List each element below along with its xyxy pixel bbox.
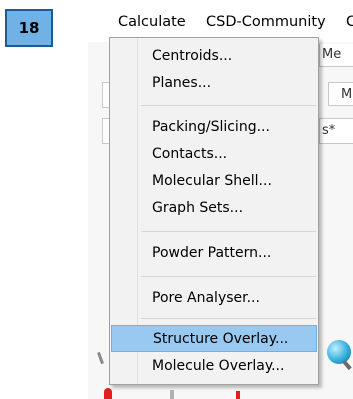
menubar-item-truncated[interactable]: C <box>346 14 353 30</box>
step-number: 18 <box>18 19 40 37</box>
menu-item-label: Planes... <box>152 75 212 91</box>
menubar-item-calculate[interactable]: Calculate <box>118 14 186 30</box>
menu-item-molecule-overlay[interactable]: Molecule Overlay... <box>111 353 317 380</box>
oxygen-atom <box>104 388 112 399</box>
menu-separator <box>141 231 316 232</box>
menubar-item-csd-community[interactable]: CSD-Community <box>206 14 326 30</box>
menu-item-planes[interactable]: Planes... <box>111 70 317 97</box>
menu-item-label: Contacts... <box>152 146 228 162</box>
menu-item-powder-pattern[interactable]: Powder Pattern... <box>111 240 317 267</box>
menu-item-packing-slicing[interactable]: Packing/Slicing... <box>111 114 317 141</box>
atom-fragment <box>236 391 240 399</box>
menu-item-centroids[interactable]: Centroids... <box>111 43 317 70</box>
menu-item-label: Structure Overlay... <box>153 331 289 347</box>
menu-item-contacts[interactable]: Contacts... <box>111 141 317 168</box>
menu-item-molecular-shell[interactable]: Molecular Shell... <box>111 168 317 195</box>
nitrogen-atom <box>327 340 351 364</box>
toolbar-field-fragment-2[interactable]: s* <box>319 118 353 144</box>
menu-item-structure-overlay[interactable]: Structure Overlay... <box>111 325 317 352</box>
toolbar-field-fragment[interactable]: Me <box>319 44 353 67</box>
menu-item-graph-sets[interactable]: Graph Sets... <box>111 195 317 222</box>
menu-separator <box>141 276 316 277</box>
menu-separator <box>141 105 316 106</box>
menu-separator <box>141 318 316 319</box>
menu-item-label: Molecular Shell... <box>152 173 272 189</box>
menu-item-label: Molecule Overlay... <box>152 358 285 374</box>
toolbar-button-fragment[interactable]: M <box>328 82 353 106</box>
menu-item-label: Graph Sets... <box>152 200 244 216</box>
molecule-bond-2 <box>170 390 174 399</box>
menu-item-label: Powder Pattern... <box>152 245 272 261</box>
menu-item-label: Pore Analyser... <box>152 290 260 306</box>
menu-item-label: Centroids... <box>152 48 233 64</box>
menu-item-pore-analyser[interactable]: Pore Analyser... <box>111 285 317 312</box>
step-number-badge: 18 <box>5 9 53 47</box>
menu-item-label: Packing/Slicing... <box>152 119 270 135</box>
